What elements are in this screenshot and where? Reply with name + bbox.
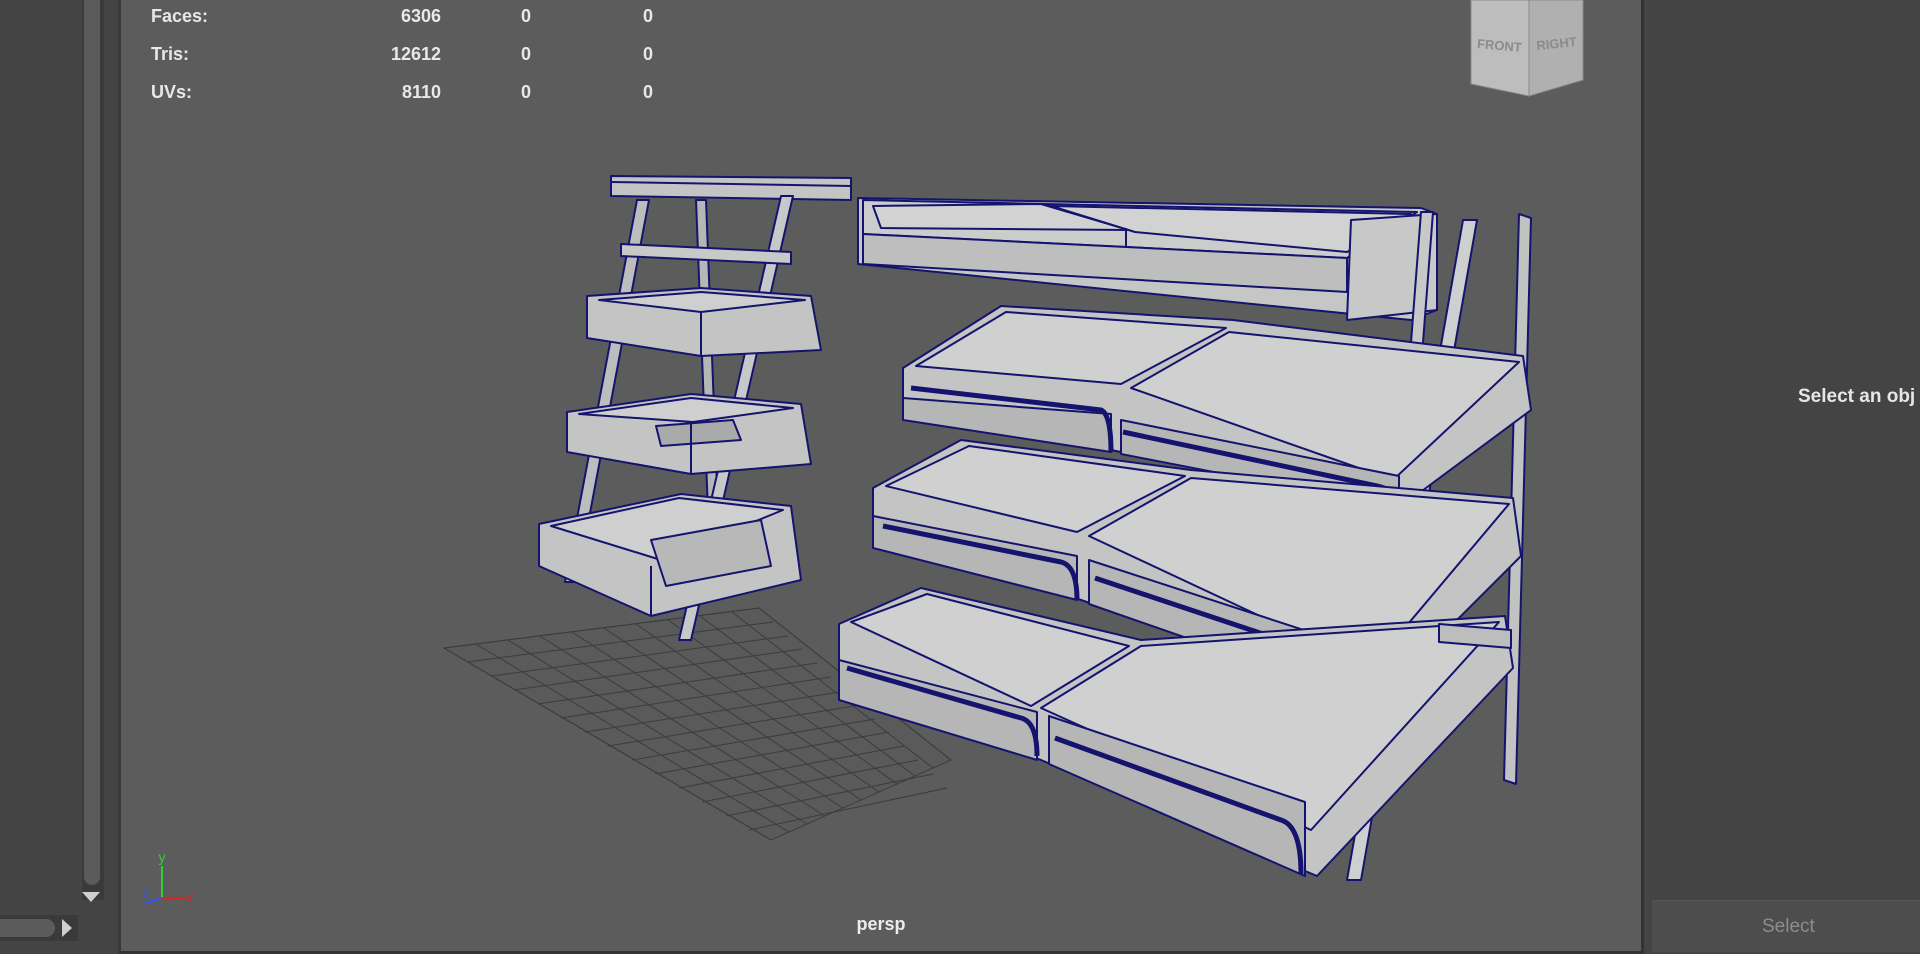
- hud-row-component-count: 0: [642, 82, 653, 102]
- hud-row-label: UVs:: [151, 82, 193, 102]
- outliner-panel: [0, 0, 112, 954]
- back-shelf-unit: [538, 175, 852, 641]
- viewcube[interactable]: FRONT RIGHT: [1461, 0, 1591, 100]
- poly-count-hud: Faces: 6306 0 0 Tris: 12612 0 0 UVs: 8110 0 0: [151, 6, 671, 120]
- front-shelf-unit: [838, 197, 1532, 881]
- select-object-message: Select an obj: [1798, 386, 1916, 407]
- hud-row-selected-count: 0: [520, 44, 531, 64]
- hud-row-selected-count: 0: [520, 82, 531, 102]
- hud-row-label: Tris:: [151, 44, 190, 64]
- hud-row-value: 12612: [390, 44, 441, 64]
- vertical-scrollbar-thumb[interactable]: [84, 0, 100, 885]
- hud-row-component-count: 0: [642, 44, 653, 64]
- scroll-down-arrow-icon[interactable]: [82, 892, 100, 902]
- axis-gizmo: y x z: [143, 849, 194, 905]
- select-button[interactable]: Select: [1652, 900, 1920, 952]
- 3d-viewport[interactable]: Faces: 6306 0 0 Tris: 12612 0 0 UVs: 8110 0 0 FRONT…: [118, 0, 1644, 954]
- horizontal-scrollbar-thumb[interactable]: [0, 919, 55, 937]
- scroll-right-arrow-icon[interactable]: [62, 919, 72, 937]
- camera-name-label: persp: [856, 914, 906, 934]
- axis-x-label: x: [187, 889, 194, 905]
- hud-row: UVs: 8110 0 0: [151, 82, 671, 120]
- hud-row-component-count: 0: [642, 6, 653, 26]
- hud-row-value: 6306: [400, 6, 441, 26]
- hud-row: Faces: 6306 0 0: [151, 6, 671, 44]
- axis-z-label: z: [143, 885, 150, 901]
- hud-row-selected-count: 0: [520, 6, 531, 26]
- axis-y-label: y: [159, 849, 166, 865]
- hud-row-label: Faces:: [151, 6, 209, 26]
- hud-row: Tris: 12612 0 0: [151, 44, 671, 82]
- attribute-editor-panel: Select an obj Select: [1644, 0, 1920, 954]
- model-wireframe[interactable]: [121, 0, 1641, 951]
- hud-row-value: 8110: [401, 82, 441, 102]
